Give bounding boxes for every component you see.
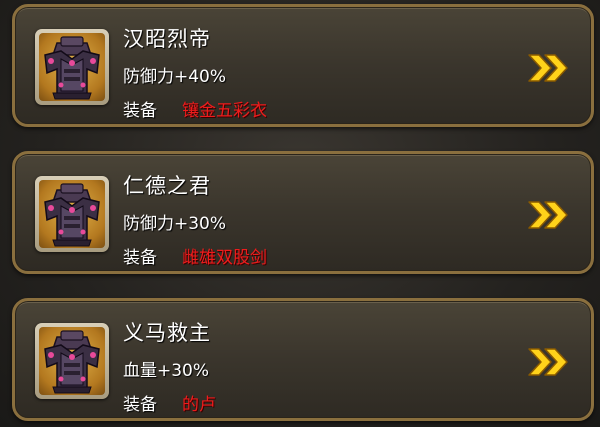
equip-label: 装备 <box>123 248 157 268</box>
armor-icon <box>35 176 109 252</box>
equip-label: 装备 <box>123 395 157 415</box>
bonus-card[interactable]: 汉昭烈帝 防御力+40% 装备 镶金五彩衣 <box>12 4 594 127</box>
card-title: 汉昭烈帝 <box>123 27 211 51</box>
double-chevron-right-icon[interactable] <box>527 52 571 84</box>
equip-label: 装备 <box>123 101 157 121</box>
armor-icon <box>35 29 109 105</box>
equip-item: 雌雄双股剑 <box>182 248 267 268</box>
double-chevron-right-icon[interactable] <box>527 199 571 231</box>
attribute-bonus: 防御力+30% <box>123 214 227 234</box>
bonus-card[interactable]: 仁德之君 防御力+30% 装备 雌雄双股剑 <box>12 151 594 274</box>
equip-item: 镶金五彩衣 <box>182 101 267 121</box>
equip-item: 的卢 <box>182 395 216 415</box>
double-chevron-right-icon[interactable] <box>527 346 571 378</box>
bonus-card[interactable]: 义马救主 血量+30% 装备 的卢 <box>12 298 594 421</box>
card-title: 义马救主 <box>123 321 211 345</box>
attribute-bonus: 血量+30% <box>123 361 210 381</box>
card-title: 仁德之君 <box>123 174 211 198</box>
armor-icon <box>35 323 109 399</box>
attribute-bonus: 防御力+40% <box>123 67 227 87</box>
